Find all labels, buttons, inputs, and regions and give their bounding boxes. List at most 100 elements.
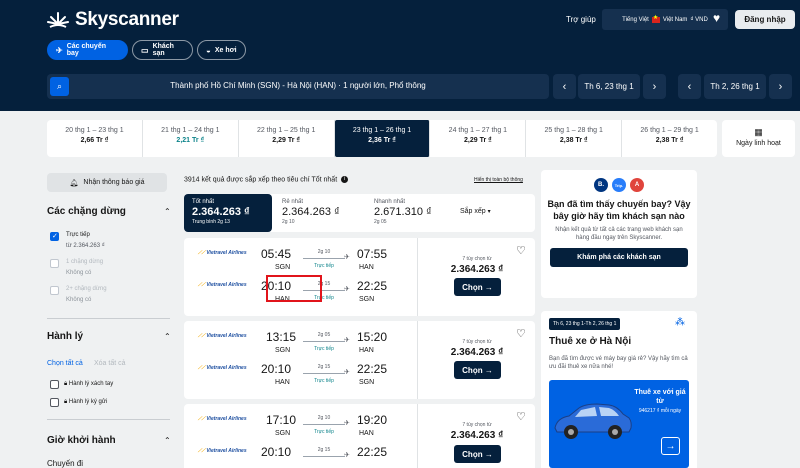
return-date[interactable]: Th 2, 26 thg 1 (704, 74, 766, 99)
date-option[interactable]: 20 thg 1 – 23 thg 1 2,66 Tr ₫ (47, 120, 143, 157)
route-line (303, 456, 345, 457)
locale-selector[interactable]: Tiếng Việt Việt Nam ₫ VND (602, 9, 728, 30)
checked-bag-checkbox[interactable] (50, 398, 59, 407)
sort-duration: 2g 10 (282, 219, 295, 225)
select-flight-button[interactable]: Chọn → (454, 445, 501, 463)
flight-duration: 2g 15 (317, 364, 331, 370)
route-line (303, 373, 345, 374)
flexible-dates-button[interactable]: ▦ Ngày linh hoạt (722, 120, 795, 157)
stops-one-checkbox[interactable] (50, 259, 59, 268)
car-promo-title: Thuê xe ở Hà Nội (549, 336, 632, 347)
flight-duration: 2g 15 (317, 447, 331, 453)
stops-direct-checkbox[interactable] (50, 232, 59, 241)
info-icon[interactable]: i (341, 176, 349, 183)
flight-card[interactable]: ⟋⟋ Vietravel Airlines 17:10 SGN 2g 10 ✈ … (184, 404, 535, 468)
date-option[interactable]: 21 thg 1 – 24 thg 1 2,21 Tr ₫ (143, 120, 239, 157)
airline-logo: ⟋⟋ Vietravel Airlines (198, 333, 247, 339)
stops-heading: Các chặng dừng (47, 206, 126, 217)
plane-icon: ✈ (344, 254, 350, 261)
tab-car-hire[interactable]: ◒ Xe hơi (197, 40, 246, 60)
sort-price: 2.364.263 ₫ (192, 206, 250, 218)
date-option[interactable]: 24 thg 1 – 27 thg 1 2,29 Tr ₫ (430, 120, 527, 157)
sort-price: 2.671.310 ₫ (374, 206, 432, 218)
country-label: Việt Nam (662, 16, 688, 23)
saved-heart-icon[interactable]: ♥ (713, 11, 720, 25)
chevron-up-icon[interactable]: ⌃ (164, 436, 171, 445)
divider (47, 318, 170, 319)
sort-duration: Trung bình 2g 13 (192, 219, 230, 225)
deals-count: 7 tùy chọn từ (462, 339, 492, 345)
hotel-promo-card: B. Trip. A Bạn đã tìm thấy chuyến bay? V… (541, 170, 697, 298)
show-all-link[interactable]: Hiển thị toàn bộ thông (474, 177, 523, 183)
date-price: 2,66 Tr ₫ (80, 137, 109, 144)
select-flight-button[interactable]: Chọn → (454, 361, 501, 379)
airline-logo: ⟋⟋ Vietravel Airlines (198, 416, 247, 422)
vietnam-flag-icon (651, 14, 660, 23)
sort-fastest[interactable]: Nhanh nhất 2.671.310 ₫ 2g 05 (366, 194, 454, 232)
depart-next-button[interactable]: › (643, 74, 666, 99)
airline-logo: ⟋⟋ Vietravel Airlines (198, 250, 247, 256)
help-link[interactable]: Trợ giúp (566, 15, 596, 24)
arrival-airport: HAN (359, 264, 374, 271)
stops-type: Trực tiếp (314, 263, 334, 269)
logo-text: Skyscanner (75, 9, 179, 30)
date-option[interactable]: 22 thg 1 – 25 thg 1 2,29 Tr ₫ (239, 120, 335, 157)
login-button[interactable]: Đăng nhập (735, 10, 795, 29)
date-option-selected[interactable]: 23 thg 1 – 26 thg 1 2,36 Tr ₫ (334, 120, 431, 157)
plane-icon: ✈ (344, 286, 350, 293)
flight-legs: ⟋⟋ Vietravel Airlines 17:10 SGN 2g 10 ✈ … (184, 404, 418, 468)
select-flight-button[interactable]: Chọn → (454, 278, 501, 296)
flight-card[interactable]: ⟋⟋ Vietravel Airlines 13:15 SGN 2g 05 ✈ … (184, 321, 535, 399)
date-option[interactable]: 25 thg 1 – 28 thg 1 2,38 Tr ₫ (526, 120, 623, 157)
sort-best[interactable]: Tốt nhất 2.364.263 ₫ Trung bình 2g 13 (184, 194, 272, 232)
plane-icon: ✈ (344, 369, 350, 376)
depart-time: 20:10 (261, 445, 292, 459)
sort-dropdown[interactable]: Sắp xếp ▾ (460, 208, 491, 215)
sort-dropdown-label: Sắp xếp (460, 208, 486, 215)
depart-date[interactable]: Th 6, 23 thg 1 (578, 74, 640, 99)
flight-card[interactable]: ⟋⟋ Vietravel Airlines 05:45 SGN 2g 10 ✈ … (184, 238, 535, 316)
chevron-up-icon[interactable]: ⌃ (164, 332, 171, 341)
date-price-strip: 20 thg 1 – 23 thg 1 2,66 Tr ₫ 21 thg 1 – … (47, 120, 717, 157)
depart-airport: SGN (275, 264, 291, 271)
return-prev-button[interactable]: ‹ (678, 74, 701, 99)
date-price: 2,21 Tr ₫ (176, 137, 205, 144)
sort-cheapest[interactable]: Rẻ nhất 2.364.263 ₫ 2g 10 (274, 194, 362, 232)
cabin-bag-text: Hành lý xách tay (68, 381, 114, 387)
stops-type: Trực tiếp (314, 346, 334, 352)
skyscanner-logo[interactable]: Skyscanner (47, 9, 179, 31)
arrival-time: 22:25 (357, 279, 388, 293)
select-all-link[interactable]: Chọn tất cả (47, 360, 83, 367)
cabin-bag-checkbox[interactable] (50, 380, 59, 389)
bell-icon: 🔔︎ (69, 179, 79, 187)
chevron-up-icon[interactable]: ⌃ (164, 207, 171, 216)
baggage-heading: Hành lý (47, 331, 84, 342)
search-summary-bar[interactable]: ⌕ Thành phố Hồ Chí Minh (SGN) - Hà Nội (… (47, 74, 549, 99)
arrow-right-icon[interactable]: → (661, 437, 680, 455)
depart-time: 13:15 (266, 330, 297, 344)
stops-two-plus-checkbox[interactable] (50, 286, 59, 295)
date-price: 2,38 Tr ₫ (655, 137, 684, 144)
flexible-dates-label: Ngày linh hoạt (736, 140, 781, 147)
sort-duration: 2g 05 (374, 219, 387, 225)
return-next-button[interactable]: › (769, 74, 792, 99)
date-price: 2,36 Tr ₫ (368, 137, 396, 144)
sort-label: Nhanh nhất (374, 199, 406, 205)
date-option[interactable]: 26 thg 1 – 29 thg 1 2,38 Tr ₫ (622, 120, 717, 157)
tab-hotels[interactable]: ▭ Khách sạn (132, 40, 193, 60)
stops-option-price: Không có (66, 270, 92, 276)
explore-hotels-button[interactable]: Khám phá các khách sạn (550, 248, 688, 267)
depart-time: 20:10 (261, 362, 292, 376)
depart-prev-button[interactable]: ‹ (553, 74, 576, 99)
results-count-text: 3914 kết quả được sắp xếp theo tiêu chí … (184, 176, 338, 184)
car-hire-promo-card[interactable]: Th 6, 23 thg 1-Th 2, 26 thg 1 ⁂ Thuê xe … (541, 311, 697, 468)
date-range: 26 thg 1 – 29 thg 1 (640, 127, 699, 134)
plane-icon: ✈ (344, 452, 350, 459)
date-range: 25 thg 1 – 28 thg 1 (544, 127, 603, 134)
tab-flights[interactable]: ✈ Các chuyến bay (47, 40, 128, 60)
clear-all-link[interactable]: Xóa tất cả (94, 360, 126, 367)
agoda-logo-icon: A (630, 178, 644, 192)
price-alert-button[interactable]: 🔔︎ Nhận thông báo giá (47, 173, 167, 192)
car-promo-heading: Thuê xe với giá từ (634, 389, 686, 405)
bed-icon: ▭ (141, 45, 149, 55)
